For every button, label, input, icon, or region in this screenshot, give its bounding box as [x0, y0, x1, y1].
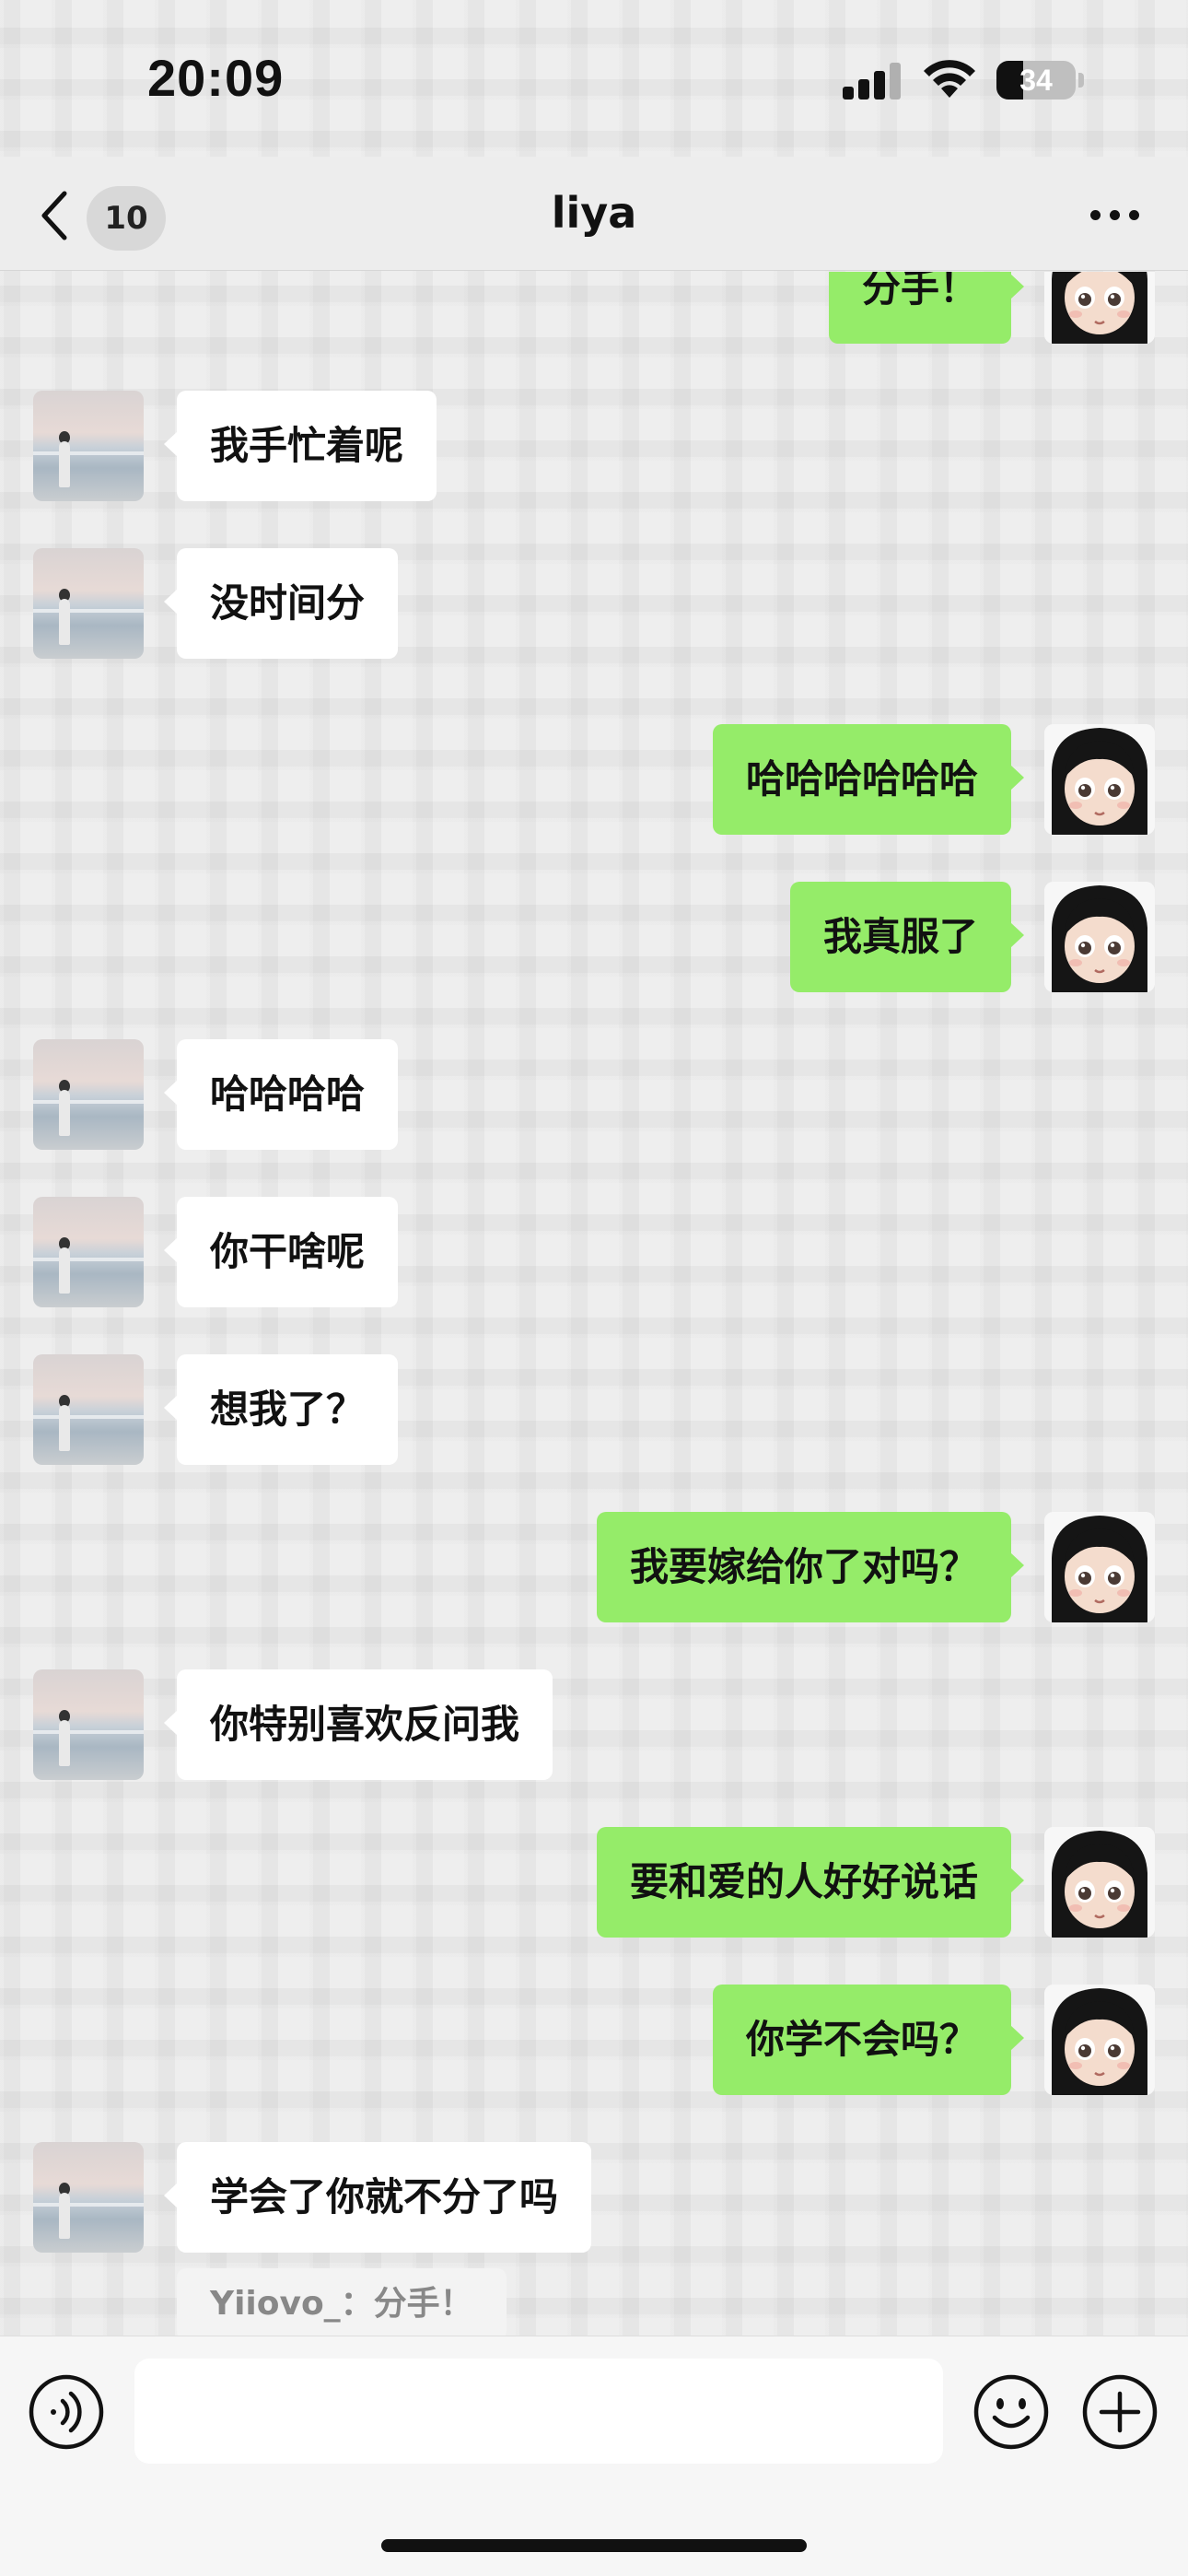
- contact-avatar[interactable]: [33, 1669, 144, 1780]
- contact-avatar[interactable]: [33, 1039, 144, 1150]
- sent-bubble[interactable]: 你学不会吗？: [712, 1985, 1025, 2095]
- my-avatar[interactable]: [1044, 272, 1155, 344]
- more-dots-icon: [1110, 210, 1120, 220]
- my-avatar[interactable]: [1044, 1985, 1155, 2095]
- contact-avatar[interactable]: [33, 1197, 144, 1307]
- contact-avatar[interactable]: [33, 548, 144, 659]
- signal-icon: [843, 61, 902, 100]
- sent-bubble[interactable]: 我真服了: [789, 882, 1025, 992]
- battery-cap: [1078, 73, 1084, 88]
- home-indicator: [381, 2539, 807, 2552]
- sent-message: 要和爱的人好好说话: [0, 1827, 1188, 1938]
- emoji-icon[interactable]: [973, 2373, 1050, 2451]
- sent-message: 哈哈哈哈哈哈: [0, 724, 1188, 835]
- received-bubble[interactable]: 学会了你就不分了吗: [163, 2142, 592, 2253]
- voice-icon[interactable]: [28, 2373, 105, 2451]
- chat-title: liya: [551, 188, 637, 238]
- received-message: 你干啥呢: [0, 1197, 1188, 1307]
- wifi-icon: [924, 60, 975, 98]
- message-input[interactable]: [134, 2359, 943, 2464]
- contact-avatar[interactable]: [33, 391, 144, 501]
- sent-message: 你学不会吗？: [0, 1985, 1188, 2095]
- received-bubble[interactable]: 你特别喜欢反问我: [163, 1669, 553, 1780]
- sent-message: 我真服了: [0, 882, 1188, 992]
- more-dots-icon: [1129, 210, 1139, 220]
- more-button[interactable]: [1083, 186, 1147, 241]
- plus-icon[interactable]: [1081, 2373, 1159, 2451]
- sent-bubble[interactable]: 哈哈哈哈哈哈: [712, 724, 1025, 835]
- received-message: 你特别喜欢反问我: [0, 1669, 1188, 1780]
- status-bar: 20:09 34: [0, 0, 1188, 157]
- chat-header: 10 liya: [0, 157, 1188, 271]
- status-time: 20:09: [147, 49, 285, 107]
- quoted-message[interactable]: Yiiovo_：分手！: [177, 2268, 507, 2340]
- sent-bubble[interactable]: 分手！: [828, 272, 1025, 344]
- received-message: 我手忙着呢: [0, 391, 1188, 501]
- my-avatar[interactable]: [1044, 882, 1155, 992]
- battery-level: 34: [1019, 63, 1053, 97]
- received-message: 想我了？: [0, 1354, 1188, 1465]
- received-message: 没时间分: [0, 548, 1188, 659]
- received-bubble[interactable]: 你干啥呢: [163, 1197, 399, 1307]
- received-bubble[interactable]: 想我了？: [163, 1354, 399, 1465]
- contact-avatar[interactable]: [33, 1354, 144, 1465]
- sent-message: 我要嫁给你了对吗？: [0, 1512, 1188, 1622]
- sent-bubble[interactable]: 要和爱的人好好说话: [596, 1827, 1025, 1938]
- message-list[interactable]: 分手！ 我手忙着呢没时间分哈哈哈哈哈哈我真服了哈哈哈哈你干啥呢想我了？ 我要嫁给你了…: [0, 272, 1188, 2336]
- my-avatar[interactable]: [1044, 724, 1155, 835]
- received-message: 学会了你就不分了吗: [0, 2142, 1188, 2253]
- contact-avatar[interactable]: [33, 2142, 144, 2253]
- received-bubble[interactable]: 哈哈哈哈: [163, 1039, 399, 1150]
- received-bubble[interactable]: 没时间分: [163, 548, 399, 659]
- my-avatar[interactable]: [1044, 1827, 1155, 1938]
- more-dots-icon: [1090, 210, 1101, 220]
- my-avatar[interactable]: [1044, 1512, 1155, 1622]
- sent-bubble[interactable]: 我要嫁给你了对吗？: [596, 1512, 1025, 1622]
- battery-icon: 34: [996, 61, 1076, 100]
- sent-message: 分手！: [0, 272, 1188, 344]
- received-message: 哈哈哈哈: [0, 1039, 1188, 1150]
- received-bubble[interactable]: 我手忙着呢: [163, 391, 437, 501]
